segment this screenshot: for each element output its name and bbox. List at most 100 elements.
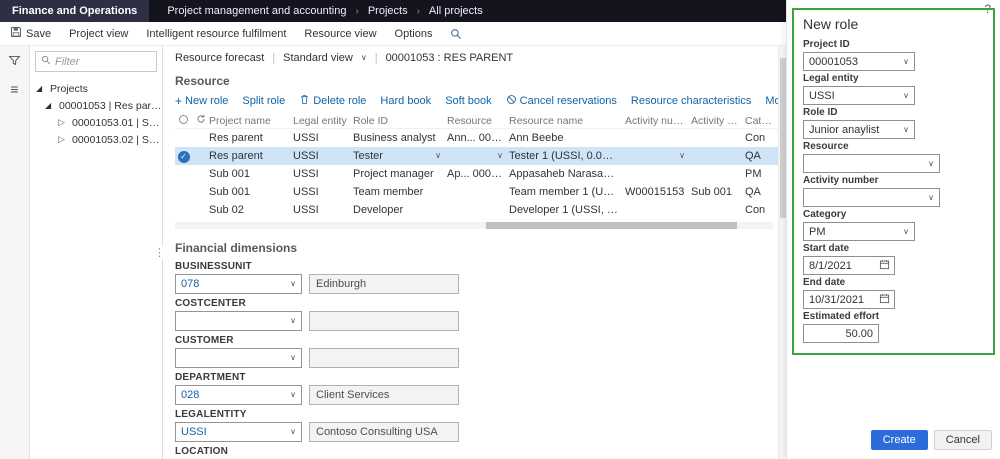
chevron-down-icon[interactable]: ∨: [903, 125, 909, 134]
legalentity-combobox[interactable]: USSI ∨: [175, 422, 302, 442]
table-row[interactable]: Sub 001 USSI Team member Team member 1 (…: [175, 183, 789, 201]
department-combobox[interactable]: 028 ∨: [175, 385, 302, 405]
cell-role-id-combobox[interactable]: Tester ∨: [353, 150, 447, 162]
breadcrumb-module[interactable]: Project management and accounting: [167, 5, 346, 17]
search-icon[interactable]: [450, 28, 462, 40]
chevron-down-icon[interactable]: ∨: [290, 428, 296, 436]
column-header-category[interactable]: Category: [745, 115, 775, 127]
start-date-input[interactable]: 8/1/2021: [803, 256, 895, 275]
chevron-down-icon[interactable]: ∨: [903, 57, 909, 66]
delete-role-button[interactable]: Delete role: [299, 94, 366, 108]
column-header-role-id[interactable]: Role ID: [353, 115, 447, 127]
chevron-down-icon[interactable]: ∨: [497, 152, 503, 160]
cell-project-name[interactable]: Res parent: [209, 132, 293, 144]
column-header-activity-name[interactable]: Activity name: [691, 115, 745, 127]
table-row-selected[interactable]: ✓ Res parent USSI Tester ∨ ∨ Tester 1 (US…: [175, 147, 789, 165]
chevron-down-icon[interactable]: ∨: [435, 152, 441, 160]
new-role-button[interactable]: + New role: [175, 95, 228, 107]
breadcrumb-page[interactable]: All projects: [429, 5, 483, 17]
category-combobox[interactable]: PM ∨: [803, 222, 915, 241]
tree-filter-input[interactable]: [55, 55, 135, 68]
cell-role-id[interactable]: Business analyst: [353, 132, 447, 144]
cell-resource-name[interactable]: Team member 1 (USSI, 100.00%): [509, 186, 625, 198]
legal-entity-combobox[interactable]: USSI ∨: [803, 86, 915, 105]
cell-resource-name[interactable]: Appasaheb Narasannavar: [509, 168, 625, 180]
businessunit-combobox[interactable]: 078 ∨: [175, 274, 302, 294]
cancel-reservations-button[interactable]: Cancel reservations: [506, 94, 617, 108]
resource-view-button[interactable]: Resource view: [304, 28, 376, 40]
app-brand[interactable]: Finance and Operations: [0, 0, 150, 22]
cell-activity-number[interactable]: W00015153: [625, 186, 691, 198]
chevron-down-icon[interactable]: ∨: [290, 317, 296, 325]
estimated-effort-input[interactable]: 50.00: [803, 324, 879, 343]
cell-legal-entity[interactable]: USSI: [293, 132, 353, 144]
cell-category[interactable]: QA: [745, 186, 775, 198]
cell-resource-name[interactable]: Tester 1 (USSI, 0.00%): [509, 150, 625, 162]
cell-activity-name[interactable]: Sub 001: [691, 186, 745, 198]
row-select-checkbox[interactable]: ✓: [175, 150, 192, 163]
tree-expanded-icon[interactable]: ◢: [36, 84, 46, 93]
column-header-resource-name[interactable]: Resource name: [509, 115, 625, 127]
create-button[interactable]: Create: [870, 430, 928, 450]
activity-number-combobox[interactable]: ∨: [803, 188, 940, 207]
cell-resource-name[interactable]: Ann Beebe: [509, 132, 625, 144]
panel-splitter-handle[interactable]: ⋮: [154, 246, 165, 259]
cell-role-id[interactable]: Team member: [353, 186, 447, 198]
chevron-down-icon[interactable]: ∨: [928, 159, 934, 168]
filter-icon[interactable]: [8, 54, 21, 70]
tree-node-sub-02[interactable]: ▷ 00001053.02 | Sub 02: [30, 131, 162, 148]
tree-collapsed-icon[interactable]: ▷: [58, 134, 68, 145]
cell-role-id[interactable]: Project manager: [353, 168, 447, 180]
chevron-down-icon[interactable]: ∨: [679, 152, 685, 160]
chevron-down-icon[interactable]: ∨: [290, 354, 296, 362]
cell-legal-entity[interactable]: USSI: [293, 186, 353, 198]
tree-node-res-parent[interactable]: ◢ 00001053 | Res parent: [30, 97, 162, 114]
resource-combobox[interactable]: ∨: [803, 154, 940, 173]
cell-legal-entity[interactable]: USSI: [293, 168, 353, 180]
scrollbar-thumb[interactable]: [779, 58, 786, 218]
cell-resource[interactable]: Ann... 000... ussi: [447, 132, 509, 144]
refresh-icon[interactable]: [192, 114, 209, 127]
cell-category[interactable]: Con: [745, 132, 775, 144]
resource-characteristics-button[interactable]: Resource characteristics: [631, 95, 751, 107]
project-id-combobox[interactable]: 00001053 ∨: [803, 52, 915, 71]
column-header-legal-entity[interactable]: Legal entity: [293, 115, 353, 127]
role-id-combobox[interactable]: Junior anaylist ∨: [803, 120, 915, 139]
soft-book-button[interactable]: Soft book: [445, 95, 491, 107]
tree-node-projects[interactable]: ◢ Projects: [30, 80, 162, 97]
table-row[interactable]: Sub 001 USSI Project manager Ap... 000..…: [175, 165, 789, 183]
end-date-input[interactable]: 10/31/2021: [803, 290, 895, 309]
breadcrumb-area[interactable]: Projects: [368, 5, 408, 17]
hard-book-button[interactable]: Hard book: [380, 95, 431, 107]
cell-legal-entity[interactable]: USSI: [293, 204, 353, 216]
tree-collapsed-icon[interactable]: ▷: [58, 117, 68, 128]
tree-node-sub-01[interactable]: ▷ 00001053.01 | Sub 01: [30, 114, 162, 131]
cell-resource-combobox[interactable]: ∨: [447, 152, 509, 160]
tree-expanded-icon[interactable]: ◢: [45, 101, 55, 110]
menu-icon[interactable]: ≡: [10, 82, 18, 96]
chevron-down-icon[interactable]: ∨: [290, 280, 296, 288]
chevron-down-icon[interactable]: ∨: [928, 193, 934, 202]
costcenter-combobox[interactable]: ∨: [175, 311, 302, 331]
column-header-project-name[interactable]: Project name: [209, 115, 293, 127]
cancel-button[interactable]: Cancel: [933, 430, 992, 450]
cell-project-name[interactable]: Res parent: [209, 150, 293, 162]
select-all-checkbox[interactable]: [175, 114, 192, 127]
cell-category[interactable]: Con: [745, 204, 775, 216]
scrollbar-thumb[interactable]: [485, 222, 738, 229]
cell-project-name[interactable]: Sub 001: [209, 186, 293, 198]
customer-combobox[interactable]: ∨: [175, 348, 302, 368]
cell-project-name[interactable]: Sub 001: [209, 168, 293, 180]
tree-filter-box[interactable]: [35, 51, 157, 72]
calendar-icon[interactable]: [879, 293, 890, 307]
table-row[interactable]: Res parent USSI Business analyst Ann... …: [175, 129, 789, 147]
cell-resource[interactable]: Ap... 000... ussi: [447, 168, 509, 180]
page-vertical-scrollbar[interactable]: [778, 46, 786, 459]
chevron-down-icon[interactable]: ∨: [903, 91, 909, 100]
intelligent-resource-fulfilment-button[interactable]: Intelligent resource fulfilment: [146, 28, 286, 40]
cell-resource-name[interactable]: Developer 1 (USSI, 100.00%): [509, 204, 625, 216]
column-header-activity-number[interactable]: Activity number: [625, 115, 691, 127]
cell-activity-number-combobox[interactable]: ∨: [625, 152, 691, 160]
project-view-button[interactable]: Project view: [69, 28, 128, 40]
cell-category[interactable]: PM: [745, 168, 775, 180]
